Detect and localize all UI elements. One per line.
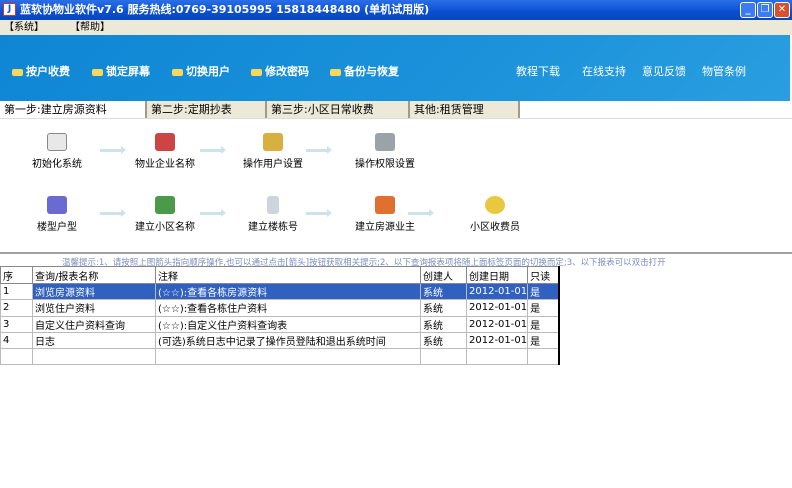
cell-creator: 系统 <box>420 282 467 301</box>
table-row-empty[interactable] <box>0 348 560 366</box>
hand-pointer-icon <box>172 68 183 76</box>
cell-date: 2012-01-01 <box>465 315 529 333</box>
cell-index: 1 <box>0 282 33 301</box>
cell-index: 2 <box>0 299 33 317</box>
toolbar-backup-restore[interactable]: 备份与恢复 <box>330 63 399 79</box>
tab-other[interactable]: 其他:租赁管理 <box>410 101 520 118</box>
col-name[interactable]: 查询/报表名称 <box>32 266 156 284</box>
cell-index: 3 <box>0 315 33 333</box>
toolbar-lock-screen[interactable]: 锁定屏幕 <box>92 63 150 79</box>
cell-note: (可选)系统日志中记录了操作员登陆和退出系统时间 <box>155 331 421 350</box>
building-type-icon <box>47 196 67 214</box>
cell-name: 日志 <box>32 331 156 350</box>
arrow-icon[interactable] <box>200 146 226 154</box>
arrow-icon[interactable] <box>200 209 226 217</box>
cell-date: 2012-01-01 <box>465 331 529 350</box>
hand-pointer-icon <box>251 68 262 76</box>
user-settings-icon <box>263 133 283 151</box>
toolbar-switch-user[interactable]: 切换用户 <box>172 63 230 79</box>
cell-creator: 系统 <box>420 299 467 317</box>
cell-date: 2012-01-01 <box>465 282 529 301</box>
cell-note: (☆☆):查看各栋房源资料 <box>155 282 421 301</box>
minimize-button[interactable]: _ <box>740 2 756 18</box>
step-tabs: 第一步:建立房源资料 第二步:定期抄表 第三步:小区日常收费 其他:租赁管理 <box>0 101 792 118</box>
cell-creator: 系统 <box>420 315 467 333</box>
cell-readonly: 是 <box>527 282 560 301</box>
step-permission-settings[interactable]: 操作权限设置 <box>340 133 430 170</box>
app-icon: J <box>3 3 16 16</box>
link-tutorial-download[interactable]: 教程下载 <box>516 63 560 79</box>
workflow-panel: 初始化系统 物业企业名称 操作用户设置 操作权限设置 楼型户型 建立小区名称 建… <box>0 118 792 254</box>
menu-help[interactable]: 【帮助】 <box>70 20 110 35</box>
tab-step3[interactable]: 第三步:小区日常收费 <box>267 101 410 118</box>
cell-index: 4 <box>0 331 33 350</box>
cell-note: (☆☆):自定义住户资料查询表 <box>155 315 421 333</box>
house-icon <box>375 196 395 214</box>
permission-icon <box>375 133 395 151</box>
collector-icon <box>485 196 505 214</box>
col-index[interactable]: 序 <box>0 266 33 284</box>
link-property-regulations[interactable]: 物管条例 <box>702 63 746 79</box>
hand-pointer-icon <box>12 68 23 76</box>
table-row[interactable]: 3 自定义住户资料查询 (☆☆):自定义住户资料查询表 系统 2012-01-01 是 <box>0 315 560 333</box>
cell-readonly: 是 <box>527 331 560 350</box>
cell-empty <box>465 348 529 366</box>
col-date[interactable]: 创建日期 <box>465 266 529 284</box>
cell-name: 浏览住户资料 <box>32 299 156 317</box>
menu-bar: 【系统】 【帮助】 <box>0 20 792 35</box>
table-row[interactable]: 1 浏览房源资料 (☆☆):查看各栋房源资料 系统 2012-01-01 是 <box>0 282 560 301</box>
window-title: 蓝软协物业软件v7.6 服务热线:0769-39105995 158184484… <box>20 3 430 16</box>
cell-date: 2012-01-01 <box>465 299 529 317</box>
title-bar: J 蓝软协物业软件v7.6 服务热线:0769-39105995 1581844… <box>0 0 792 20</box>
step-init-system[interactable]: 初始化系统 <box>12 133 102 170</box>
step-fee-collector[interactable]: 小区收费员 <box>450 196 540 233</box>
toolbar-change-password[interactable]: 修改密码 <box>251 63 309 79</box>
cell-readonly: 是 <box>527 315 560 333</box>
arrow-icon[interactable] <box>100 146 126 154</box>
cell-empty <box>32 348 156 366</box>
step-company-name[interactable]: 物业企业名称 <box>120 133 210 170</box>
cell-empty <box>420 348 467 366</box>
step-building-type[interactable]: 楼型户型 <box>12 196 102 233</box>
col-readonly[interactable]: 只读 <box>527 266 560 284</box>
cell-empty <box>155 348 421 366</box>
arrow-icon[interactable] <box>408 209 434 217</box>
close-button[interactable]: ✕ <box>774 2 790 18</box>
step-building-number[interactable]: 建立楼栋号 <box>228 196 318 233</box>
hand-pointer-icon <box>330 68 341 76</box>
cell-empty <box>0 348 33 366</box>
tab-step2[interactable]: 第二步:定期抄表 <box>147 101 267 118</box>
building-icon <box>267 196 279 214</box>
table-row[interactable]: 2 浏览住户资料 (☆☆):查看各栋住户资料 系统 2012-01-01 是 <box>0 299 560 317</box>
community-icon <box>155 196 175 214</box>
step-community-name[interactable]: 建立小区名称 <box>120 196 210 233</box>
cell-name: 自定义住户资料查询 <box>32 315 156 333</box>
restore-button[interactable]: ❐ <box>757 2 773 18</box>
cell-note: (☆☆):查看各栋住户资料 <box>155 299 421 317</box>
cell-readonly: 是 <box>527 299 560 317</box>
menu-system[interactable]: 【系统】 <box>4 20 44 35</box>
arrow-icon[interactable] <box>306 209 332 217</box>
init-system-icon <box>47 133 67 151</box>
hand-pointer-icon <box>92 68 103 76</box>
tab-step1[interactable]: 第一步:建立房源资料 <box>0 101 147 118</box>
cell-name: 浏览房源资料 <box>32 282 156 301</box>
link-online-support[interactable]: 在线支持 <box>582 63 626 79</box>
company-icon <box>155 133 175 151</box>
cell-empty <box>527 348 560 366</box>
col-creator[interactable]: 创建人 <box>420 266 467 284</box>
report-grid: 序 查询/报表名称 注释 创建人 创建日期 只读 1 浏览房源资料 (☆☆):查看各… <box>0 266 560 366</box>
cell-creator: 系统 <box>420 331 467 350</box>
toolbar-charge-by-household[interactable]: 按户收费 <box>12 63 70 79</box>
col-note[interactable]: 注释 <box>155 266 421 284</box>
toolbar: 按户收费 锁定屏幕 切换用户 修改密码 备份与恢复 教程下载 在线支持 意见反馈… <box>0 35 790 101</box>
arrow-icon[interactable] <box>100 209 126 217</box>
arrow-icon[interactable] <box>306 146 332 154</box>
grid-header: 序 查询/报表名称 注释 创建人 创建日期 只读 <box>0 266 560 284</box>
step-user-settings[interactable]: 操作用户设置 <box>228 133 318 170</box>
link-feedback[interactable]: 意见反馈 <box>642 63 686 79</box>
table-row[interactable]: 4 日志 (可选)系统日志中记录了操作员登陆和退出系统时间 系统 2012-01-01 是 <box>0 331 560 350</box>
